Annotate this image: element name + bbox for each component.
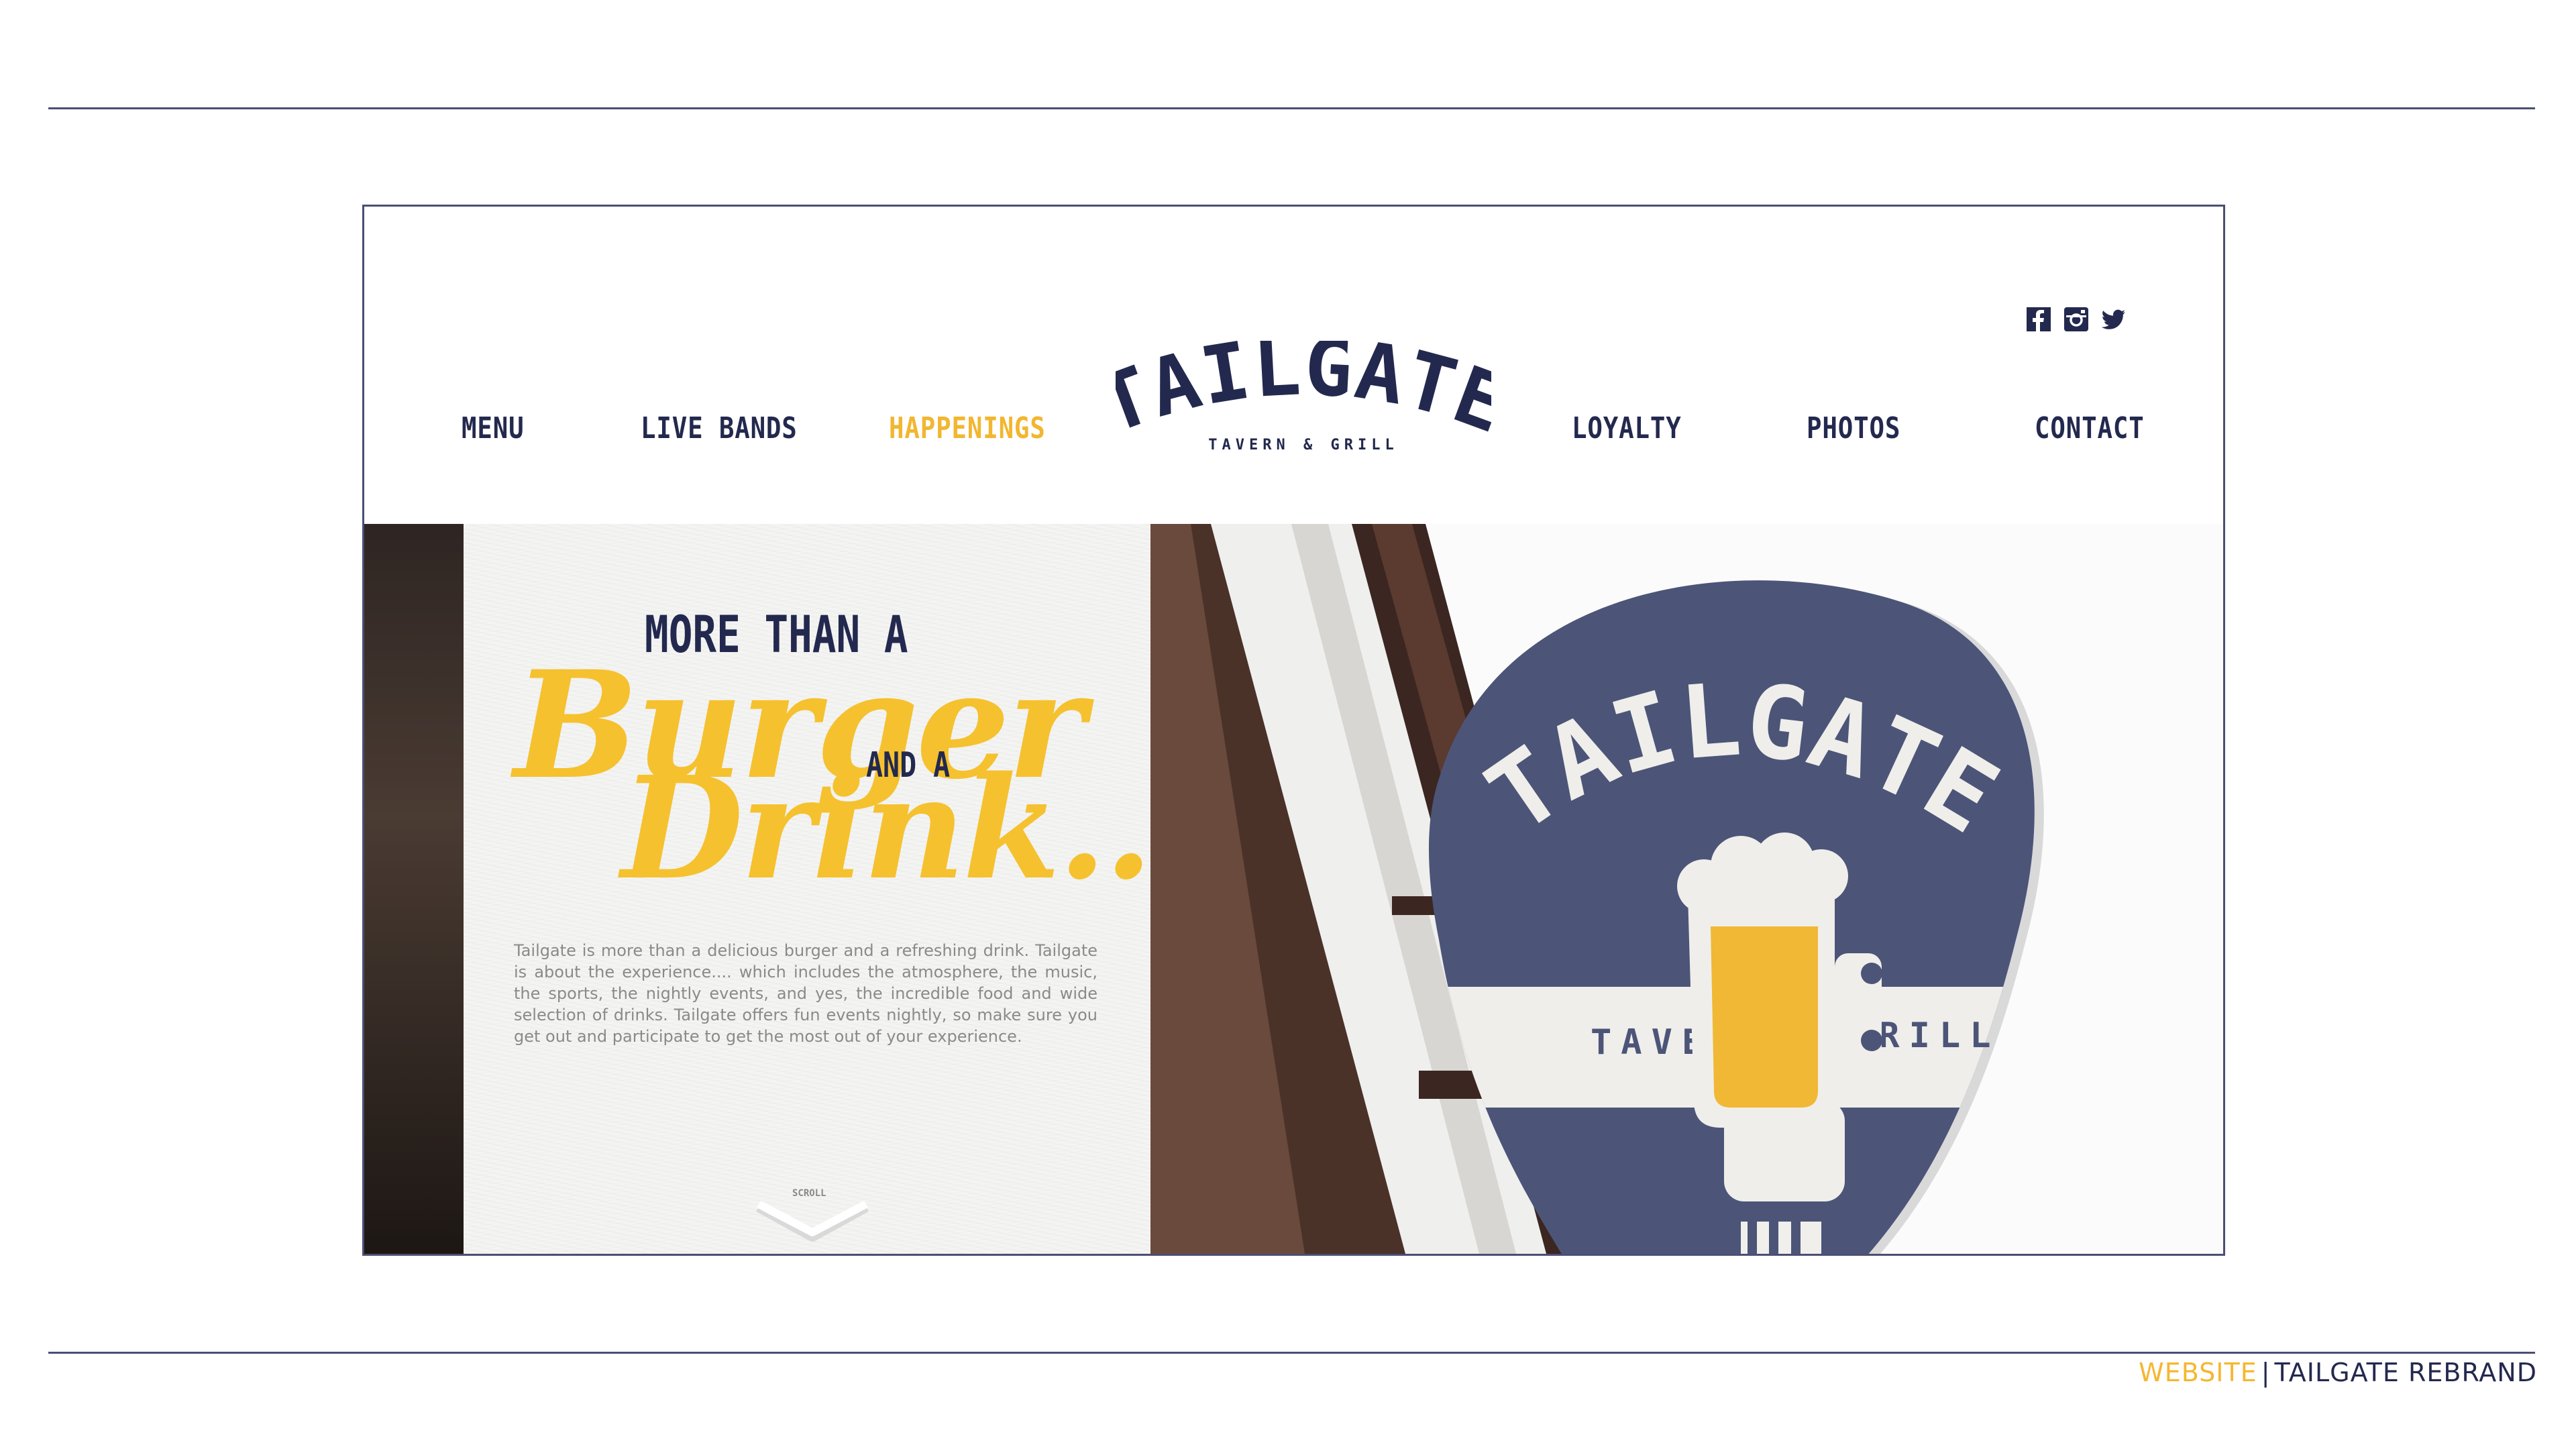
top-divider	[48, 107, 2535, 109]
scroll-label[interactable]: SCROLL	[792, 1188, 826, 1199]
hero-text-panel: MORE THAN A Burger AND A Drink... Tailga…	[464, 524, 1199, 1254]
headline-drink: Drink...	[621, 745, 1199, 911]
site-header: MENU LIVE BANDS HAPPENINGS LOYALTY PHOTO…	[364, 207, 2223, 524]
nav-photos[interactable]: PHOTOS	[1807, 411, 1900, 445]
nav-loyalty[interactable]: LOYALTY	[1572, 411, 1682, 445]
nav-menu[interactable]: MENU	[462, 411, 524, 445]
footer-caption-section: WEBSITE	[2139, 1358, 2257, 1387]
twitter-icon[interactable]	[2101, 307, 2126, 331]
website-mockup-frame: MENU LIVE BANDS HAPPENINGS LOYALTY PHOTO…	[362, 205, 2225, 1256]
hero-body-copy: Tailgate is more than a delicious burger…	[514, 941, 1097, 1046]
tailgate-logo[interactable]: TAILGATE TAVERN & GRILL	[1087, 320, 1519, 462]
nav-live-bands[interactable]: LIVE BANDS	[641, 411, 798, 445]
hero-left-photo-strip	[364, 524, 464, 1254]
footer-caption-separator: |	[2261, 1358, 2271, 1387]
footer-caption-project: TAILGATE REBRAND	[2274, 1358, 2537, 1387]
hero-sign-photo: TAILGATE TAVERN GRILL	[1150, 524, 2223, 1254]
hero-section: MORE THAN A Burger AND A Drink... Tailga…	[364, 524, 2223, 1254]
footer-caption: WEBSITE | TAILGATE REBRAND	[2139, 1358, 2537, 1387]
instagram-icon[interactable]	[2064, 307, 2088, 331]
nav-happenings[interactable]: HAPPENINGS	[889, 411, 1046, 445]
bottom-divider	[48, 1352, 2535, 1354]
nav-contact[interactable]: CONTACT	[2035, 411, 2145, 445]
scroll-chevron-icon[interactable]	[755, 1200, 869, 1242]
logo-wordmark: TAILGATE	[1087, 320, 1519, 451]
logo-tagline: TAVERN & GRILL	[1208, 437, 1398, 453]
social-links	[2027, 307, 2126, 331]
facebook-icon[interactable]	[2027, 307, 2051, 331]
svg-text:TAILGATE: TAILGATE	[1116, 341, 1491, 451]
